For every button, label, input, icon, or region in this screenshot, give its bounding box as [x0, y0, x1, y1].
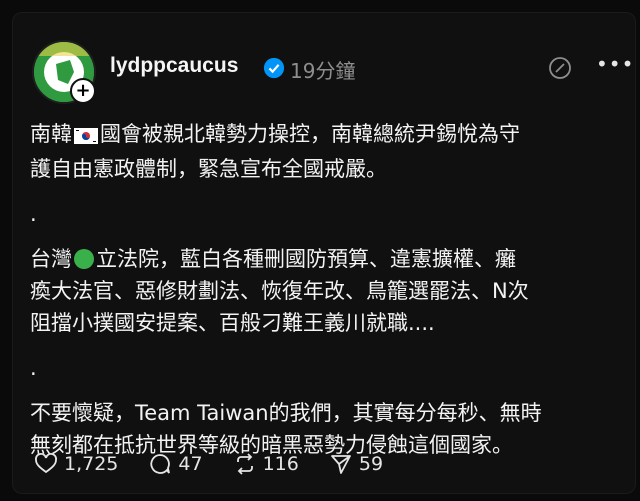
- separator-dot: .: [30, 202, 37, 226]
- action-bar: 1,725 47 116 59: [34, 452, 413, 476]
- post-text: 阻擋小撲國安提案、百般刁難王義川就職....: [30, 311, 435, 335]
- comment-count: 47: [178, 453, 203, 475]
- repost-button[interactable]: 116: [233, 452, 299, 476]
- green-circle-icon: [74, 249, 94, 269]
- repost-icon: [236, 453, 253, 475]
- like-count: 1,725: [64, 453, 119, 475]
- post-text: 不要懷疑，Team Taiwan的我們，其實每分每秒、無時: [30, 401, 542, 425]
- username[interactable]: lydppcaucus: [110, 54, 238, 78]
- follow-plus-button[interactable]: +: [70, 78, 96, 104]
- timestamp: 19分鐘: [290, 59, 356, 83]
- comment-icon: [150, 454, 171, 474]
- post-text: 護自由憲政體制，緊急宣布全國戒嚴。: [30, 157, 387, 181]
- south-korea-flag-icon: [74, 121, 98, 153]
- more-icon[interactable]: •••: [596, 52, 634, 76]
- post-text: 台灣: [30, 247, 72, 271]
- like-button[interactable]: 1,725: [34, 452, 118, 476]
- verified-badge-icon: [263, 57, 285, 79]
- post-text: 南韓: [30, 122, 72, 146]
- post-text: 立法院，藍白各種刪國防預算、違憲擴權、癱: [96, 247, 516, 271]
- share-count: 59: [358, 453, 384, 475]
- post-text: 國會被親北韓勢力操控，南韓總統尹錫悅為守: [100, 122, 520, 146]
- share-button[interactable]: 59: [329, 452, 383, 476]
- separator-dot: .: [30, 356, 37, 380]
- post-body: 南韓 國會被親北韓勢力操控，南韓總統尹錫悅為守 護自由憲政體制，緊急宣布全國戒嚴。…: [30, 118, 620, 461]
- repost-count: 116: [262, 453, 299, 475]
- send-icon: [330, 455, 351, 474]
- post-text: 瘓大法官、惡修財劃法、恢復年改、鳥籠選罷法、N次: [30, 279, 529, 303]
- heart-icon: [35, 453, 57, 474]
- edit-icon[interactable]: [548, 56, 572, 80]
- comment-button[interactable]: 47: [148, 452, 203, 476]
